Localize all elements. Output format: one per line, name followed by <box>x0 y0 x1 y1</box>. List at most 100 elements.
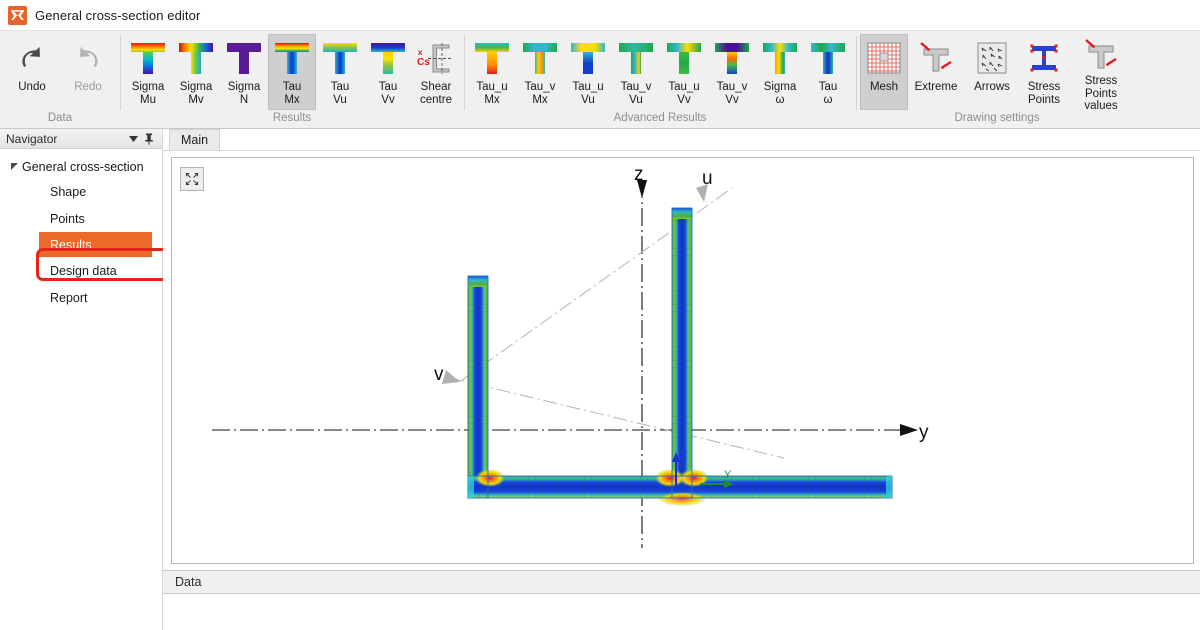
mesh-grid-icon <box>866 38 902 78</box>
cross-section-icon <box>8 6 27 25</box>
tab-main-label: Main <box>181 133 208 147</box>
tee-section-icon <box>371 38 405 78</box>
sigma-mu-label: Sigma Mu <box>132 81 165 106</box>
shear-centre-icon: x Cs <box>416 38 456 78</box>
principal-axis-lines <box>450 188 784 458</box>
tau-v-vu-label: Tau_v Vu <box>621 81 652 106</box>
ribbon-group-data: Undo Redo Data <box>0 31 120 128</box>
mesh-button[interactable]: Mesh <box>860 34 908 110</box>
undo-label: Undo <box>18 81 46 94</box>
axis-y-label: y <box>919 422 929 443</box>
tee-section-icon <box>227 38 261 78</box>
sigma-omega-button[interactable]: Sigma ω <box>756 34 804 110</box>
fit-to-window-icon[interactable] <box>180 167 204 191</box>
tee-section-icon <box>763 38 797 78</box>
shear-centre-label: Shear centre <box>420 81 452 106</box>
redo-button[interactable]: Redo <box>60 34 116 110</box>
tau-u-mx-button[interactable]: Tau_u Mx <box>468 34 516 110</box>
workspace: Navigator General cross-section <box>0 129 1200 630</box>
section-drawing: z y u v Z Y <box>172 158 1194 564</box>
sigma-mv-label: Sigma Mv <box>180 81 213 106</box>
tau-u-vv-label: Tau_u Vv <box>668 81 699 106</box>
ribbon-group-advanced-results: Tau_u Mx Tau_v Mx Tau_u <box>464 31 856 128</box>
svg-text:Cs: Cs <box>417 57 430 68</box>
tau-u-vu-button[interactable]: Tau_u Vu <box>564 34 612 110</box>
ribbon-toolbar: Undo Redo Data <box>0 31 1200 129</box>
sidebar-item-points[interactable]: Points <box>0 205 162 232</box>
chevron-down-icon[interactable] <box>125 136 141 142</box>
tau-v-vv-label: Tau_v Vv <box>717 81 748 106</box>
redo-label: Redo <box>74 81 102 94</box>
stress-point-values-icon <box>1082 38 1120 72</box>
extreme-label: Extreme <box>915 81 958 94</box>
navigator-title: Navigator <box>6 132 57 146</box>
tau-omega-label: Tau ω <box>819 81 838 106</box>
tau-vv-label: Tau Vv <box>379 81 398 106</box>
triangle-expanded-icon[interactable] <box>8 163 22 171</box>
tee-section-icon <box>715 38 749 78</box>
tau-mx-button[interactable]: Tau Mx <box>268 34 316 110</box>
cross-section-canvas[interactable]: Windows Snip <box>171 157 1194 564</box>
tee-section-icon <box>323 38 357 78</box>
sigma-n-label: Sigma N <box>228 81 261 106</box>
window-title: General cross-section editor <box>35 8 200 23</box>
pushpin-icon[interactable] <box>141 133 157 145</box>
navigator-panel: Navigator General cross-section <box>0 129 163 630</box>
document-area: Main Windows Snip <box>163 129 1200 630</box>
ribbon-group-data-title: Data <box>4 111 116 128</box>
shear-centre-button[interactable]: x Cs Shear centre <box>412 34 460 110</box>
tau-v-vv-button[interactable]: Tau_v Vv <box>708 34 756 110</box>
sidebar-item-design-data[interactable]: Design data <box>0 257 162 284</box>
sidebar-item-label: Results <box>50 238 92 252</box>
tau-v-mx-label: Tau_v Mx <box>525 81 556 106</box>
sidebar-item-results[interactable]: Results <box>39 232 152 257</box>
tau-u-vv-button[interactable]: Tau_u Vv <box>660 34 708 110</box>
svg-text:x: x <box>418 48 423 57</box>
tee-section-icon <box>131 38 165 78</box>
tau-v-mx-button[interactable]: Tau_v Mx <box>516 34 564 110</box>
principal-axis-v-label: v <box>434 364 444 385</box>
tau-vv-button[interactable]: Tau Vv <box>364 34 412 110</box>
stress-points-button[interactable]: Stress Points <box>1020 34 1068 110</box>
ribbon-group-drawing-settings-title: Drawing settings <box>860 111 1134 128</box>
navigator-root-item[interactable]: General cross-section <box>0 156 162 178</box>
tau-mx-label: Tau Mx <box>283 81 302 106</box>
stress-points-values-label: Stress Points values <box>1070 75 1132 113</box>
tab-main[interactable]: Main <box>169 129 220 150</box>
ribbon-group-drawing-settings: Mesh Extreme <box>856 31 1138 128</box>
sidebar-item-label: Points <box>50 212 85 226</box>
navigator-root-label: General cross-section <box>22 160 144 174</box>
canvas-wrapper: Windows Snip <box>163 151 1200 564</box>
tau-omega-button[interactable]: Tau ω <box>804 34 852 110</box>
undo-button[interactable]: Undo <box>4 34 60 110</box>
arrows-field-icon <box>975 38 1009 78</box>
sidebar-item-label: Report <box>50 291 88 305</box>
tau-u-vu-label: Tau_u Vu <box>572 81 603 106</box>
sidebar-item-label: Shape <box>50 185 86 199</box>
ribbon-group-results: Sigma Mu Sigma Mv Sigma <box>120 31 464 128</box>
stress-points-values-button[interactable]: Stress Points values <box>1068 34 1134 110</box>
navigator-header: Navigator <box>0 129 162 149</box>
sidebar-item-report[interactable]: Report <box>0 284 162 311</box>
stress-points-icon <box>1027 38 1061 78</box>
section-geometry <box>468 208 892 506</box>
tee-section-icon <box>179 38 213 78</box>
sigma-mv-button[interactable]: Sigma Mv <box>172 34 220 110</box>
extreme-button[interactable]: Extreme <box>908 34 964 110</box>
principal-axis-u-label: u <box>702 168 713 189</box>
sigma-omega-label: Sigma ω <box>764 81 797 106</box>
tee-section-icon <box>571 38 605 78</box>
undo-arrow-icon <box>15 38 49 78</box>
sidebar-item-shape[interactable]: Shape <box>0 178 162 205</box>
bottom-filler <box>163 594 1200 630</box>
arrows-button[interactable]: Arrows <box>964 34 1020 110</box>
tee-section-icon <box>619 38 653 78</box>
tau-vu-label: Tau Vu <box>331 81 350 106</box>
tee-section-icon <box>811 38 845 78</box>
sigma-mu-button[interactable]: Sigma Mu <box>124 34 172 110</box>
tau-u-mx-label: Tau_u Mx <box>476 81 507 106</box>
sigma-n-button[interactable]: Sigma N <box>220 34 268 110</box>
mesh-label: Mesh <box>870 81 898 94</box>
tau-v-vu-button[interactable]: Tau_v Vu <box>612 34 660 110</box>
tau-vu-button[interactable]: Tau Vu <box>316 34 364 110</box>
